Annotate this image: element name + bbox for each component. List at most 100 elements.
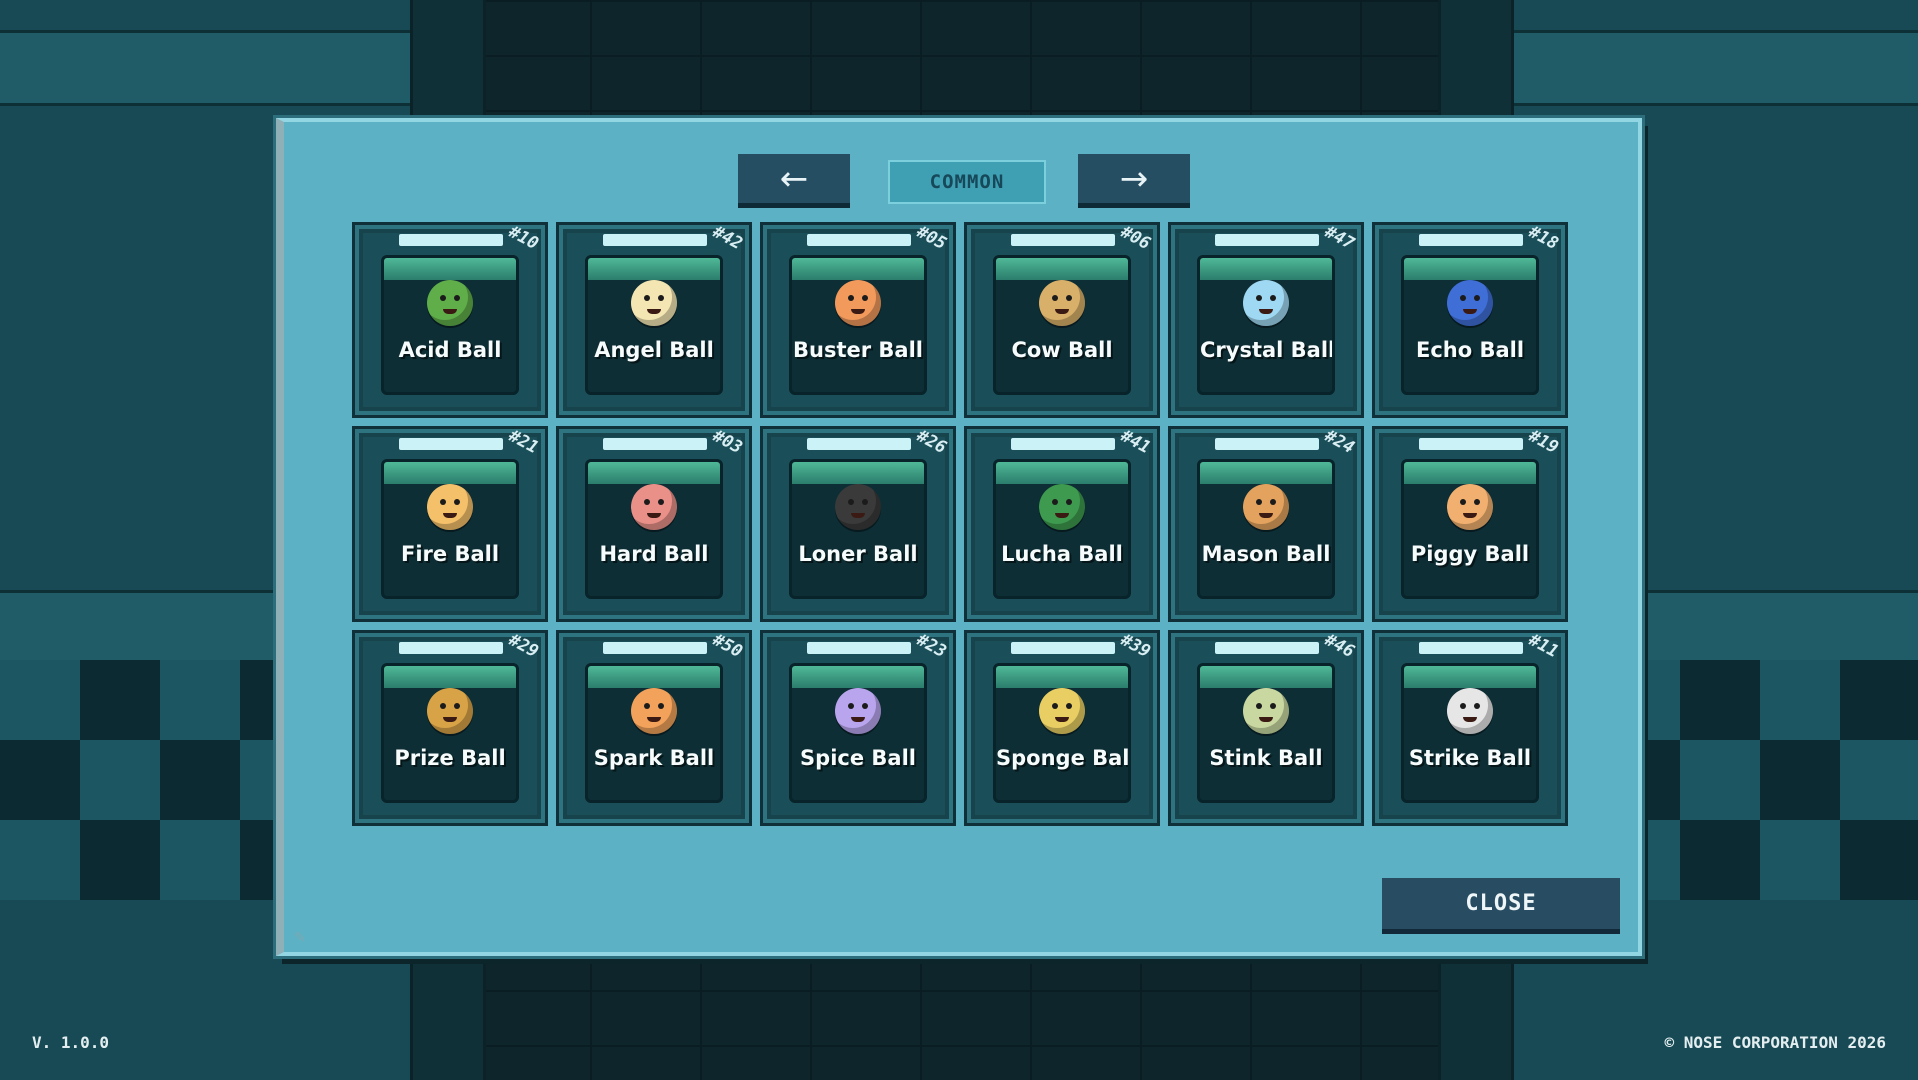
eye-icon [1256,499,1262,505]
card-screen-header [1200,666,1332,688]
copyright-label: © NOSE CORPORATION 2026 [1664,1033,1886,1052]
card-top-light [1419,642,1523,654]
ball-name: Sponge Ball [996,746,1131,770]
eye-icon [848,703,854,709]
card-screen-header [792,258,924,280]
eye-icon [1256,703,1262,709]
eye-icon [1460,295,1466,301]
card-screen: Hard Ball [585,459,723,599]
eye-icon [1474,499,1480,505]
eye-icon [1052,295,1058,301]
card-number: #42 [709,221,746,255]
eye-icon [1474,295,1480,301]
mouth-icon [443,513,457,518]
card-top-light [603,234,707,246]
eye-icon [658,499,664,505]
ball-card[interactable]: #19 Piggy Ball [1372,426,1568,622]
card-number: #10 [505,221,542,255]
ball-card[interactable]: #42 Angel Ball [556,222,752,418]
card-screen: Piggy Ball [1401,459,1539,599]
card-top-light [603,642,707,654]
card-number: #39 [1117,629,1154,663]
ball-card[interactable]: #26 Loner Ball [760,426,956,622]
card-screen-header [792,666,924,688]
mouth-icon [647,717,661,722]
ball-name: Crystal Ball [1200,338,1335,362]
card-top-light [1011,234,1115,246]
card-number: #24 [1321,425,1358,459]
ball-card[interactable]: #47 Crystal Ball [1168,222,1364,418]
eye-icon [658,703,664,709]
eye-icon [1066,703,1072,709]
ball-card[interactable]: #46 Stink Ball [1168,630,1364,826]
card-number: #05 [913,221,950,255]
eye-icon [862,703,868,709]
card-screen: Mason Ball [1197,459,1335,599]
eye-icon [848,295,854,301]
ball-card[interactable]: #11 Strike Ball [1372,630,1568,826]
prev-page-button[interactable]: ← [738,154,850,208]
ball-card[interactable]: #18 Echo Ball [1372,222,1568,418]
card-screen: Angel Ball [585,255,723,395]
eye-icon [1460,703,1466,709]
ball-face-icon [1447,280,1493,326]
ball-card[interactable]: #21 Fire Ball [352,426,548,622]
close-button[interactable]: CLOSE [1382,878,1620,934]
ball-card[interactable]: #41 Lucha Ball [964,426,1160,622]
mouth-icon [851,717,865,722]
eye-icon [1460,499,1466,505]
card-screen: Crystal Ball [1197,255,1335,395]
ball-face-icon [835,484,881,530]
ball-card[interactable]: #06 Cow Ball [964,222,1160,418]
ball-card[interactable]: #05 Buster Ball [760,222,956,418]
mouth-icon [647,309,661,314]
eye-icon [454,703,460,709]
ball-card[interactable]: #10 Acid Ball [352,222,548,418]
card-screen-header [996,258,1128,280]
eye-icon [454,499,460,505]
ball-card[interactable]: #03 Hard Ball [556,426,752,622]
card-number: #47 [1321,221,1358,255]
card-screen-header [996,666,1128,688]
card-screen: Acid Ball [381,255,519,395]
mouth-icon [851,513,865,518]
ball-face-icon [1447,484,1493,530]
mouth-icon [443,717,457,722]
eye-icon [658,295,664,301]
card-number: #23 [913,629,950,663]
ball-card[interactable]: #29 Prize Ball [352,630,548,826]
ball-card[interactable]: #39 Sponge Ball [964,630,1160,826]
card-number: #03 [709,425,746,459]
ball-face-icon [427,688,473,734]
ball-name: Mason Ball [1201,542,1331,566]
card-top-light [1215,642,1319,654]
card-screen-header [588,666,720,688]
card-number: #21 [505,425,542,459]
card-top-light [1419,438,1523,450]
card-number: #06 [1117,221,1154,255]
ball-name: Stink Ball [1209,746,1323,770]
card-top-light [603,438,707,450]
card-screen-header [384,462,516,484]
card-screen-header [792,462,924,484]
card-screen-header [384,258,516,280]
card-top-light [807,438,911,450]
card-top-light [1215,438,1319,450]
artist-signature: ✎ [294,930,306,946]
ball-card[interactable]: #50 Spark Ball [556,630,752,826]
card-screen-header [588,258,720,280]
ball-face-icon [1447,688,1493,734]
card-screen: Spark Ball [585,663,723,803]
ball-card[interactable]: #24 Mason Ball [1168,426,1364,622]
card-top-light [1011,438,1115,450]
card-top-light [807,642,911,654]
eye-icon [1052,499,1058,505]
ball-card[interactable]: #23 Spice Ball [760,630,956,826]
card-screen-header [1200,462,1332,484]
next-page-button[interactable]: → [1078,154,1190,208]
ball-face-icon [427,484,473,530]
ball-name: Strike Ball [1408,746,1532,770]
mouth-icon [1055,717,1069,722]
mouth-icon [647,513,661,518]
card-screen-header [588,462,720,484]
